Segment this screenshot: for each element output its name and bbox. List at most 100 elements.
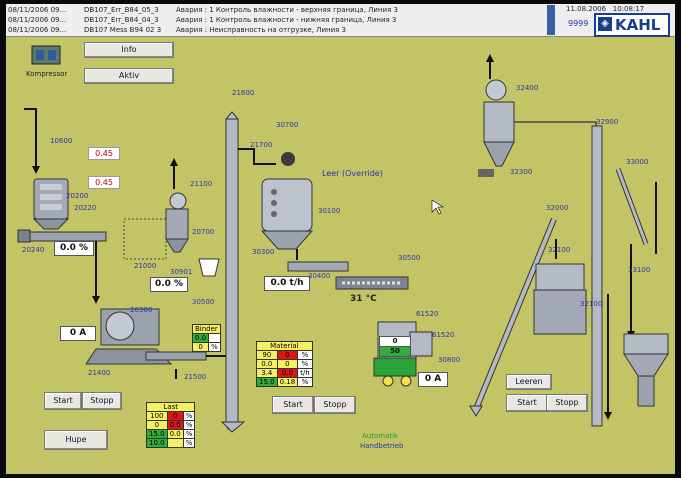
table-cell[interactable]: 15.0: [256, 377, 278, 387]
bucket-elevator-32900: [591, 125, 603, 427]
last-table: Last 100 0% 0 0.0% 15.0 0.0% 10.0%: [145, 402, 196, 448]
table-cell: %: [208, 342, 221, 352]
table-cell: 0.0: [166, 420, 184, 430]
tag-20220: 20220: [74, 204, 97, 212]
tag-20300: 20300: [130, 306, 153, 314]
start-button-material[interactable]: Start: [272, 396, 314, 414]
tag-61520-a: 61520: [416, 310, 439, 318]
binder-table: Binder 0.0 0%: [191, 324, 221, 352]
tag-32300: 32300: [510, 168, 533, 176]
conditioner: [335, 276, 409, 290]
hupe-button[interactable]: Hupe: [44, 430, 108, 450]
stopp-button[interactable]: Stopp: [82, 392, 122, 410]
bucket-elevator-21600: [220, 111, 246, 433]
tag-20200: 20200: [66, 192, 89, 200]
setpoint-value-2[interactable]: 0.45: [88, 176, 120, 189]
tag-21100: 21100: [190, 180, 213, 188]
tag-20240: 20240: [22, 246, 45, 254]
binder-header: Binder: [192, 324, 221, 334]
table-cell: 0: [166, 411, 184, 421]
tag-20700: 20700: [192, 228, 215, 236]
amps-value-right: 0 A: [418, 372, 448, 387]
tag-61520-b: 61520: [432, 331, 455, 339]
table-cell[interactable]: 10.0: [146, 438, 168, 448]
tag-32400: 32400: [516, 84, 539, 92]
scada-screen: 08/11/2006 09... DB107_Err_B84_05_3 Авария…: [6, 4, 675, 474]
bagging-unit: [623, 333, 669, 407]
table-cell[interactable]: 100: [146, 411, 168, 421]
stopp-button-cooler[interactable]: Stopp: [546, 394, 588, 412]
tag-30500-left: 30500: [192, 298, 215, 306]
start-button-cooler[interactable]: Start: [506, 394, 548, 412]
tag-33100: 33100: [628, 266, 651, 274]
last-header: Last: [145, 402, 196, 412]
stopp-button-material[interactable]: Stopp: [314, 396, 356, 414]
flow-value: 0.0 t/h: [264, 276, 310, 291]
tag-32100-a: 32100: [548, 246, 571, 254]
material-table: Material 90 0% 0.0 0% 3.4 0.0 t/h 15.0 0.18%: [256, 341, 313, 387]
tag-33000: 33000: [626, 158, 649, 166]
tag-30500-right: 30500: [398, 254, 421, 262]
tag-30700: 30700: [276, 121, 299, 129]
table-cell[interactable]: 0: [191, 342, 210, 352]
table-cell: %: [182, 429, 196, 439]
tag-30901: 30901: [170, 268, 193, 276]
compressor-icon: [31, 45, 61, 65]
table-cell[interactable]: 0.0: [256, 359, 278, 369]
amps-value-left: 0 A: [60, 326, 96, 341]
setpoint-value-1[interactable]: 0.45: [88, 147, 120, 160]
table-cell: %: [297, 359, 313, 369]
table-cell: [166, 438, 184, 448]
temperature-value: 31 °C: [350, 294, 377, 304]
tag-30100: 30100: [318, 207, 341, 215]
start-button[interactable]: Start: [44, 392, 82, 410]
table-cell: %: [182, 438, 196, 448]
leer-override-label: Leer (Override): [322, 169, 383, 178]
tag-32900: 32900: [596, 118, 619, 126]
aktiv-button[interactable]: Aktiv: [84, 68, 174, 84]
material-header: Material: [256, 341, 313, 351]
tag-32100-b: 32100: [580, 300, 603, 308]
table-cell: 0.0: [276, 368, 299, 378]
feed-line: [24, 108, 37, 169]
mouse-cursor-icon: [431, 199, 445, 215]
table-cell[interactable]: 0.0: [191, 333, 210, 343]
percent-value-left: 0.0 %: [54, 241, 94, 256]
table-cell[interactable]: 15.0: [146, 429, 168, 439]
screw-20220: [27, 231, 107, 242]
table-cell: [208, 333, 221, 343]
table-cell[interactable]: 3.4: [256, 368, 278, 378]
table-cell: %: [297, 350, 313, 360]
tag-21700: 21700: [250, 141, 273, 149]
conditioner-value-2: 50: [379, 346, 411, 357]
table-cell[interactable]: 0: [146, 420, 168, 430]
table-cell: 0: [276, 359, 299, 369]
tag-10600: 10600: [50, 137, 73, 145]
table-cell: %: [297, 377, 313, 387]
table-cell: t/h: [297, 368, 313, 378]
automatik-label: Automatik: [362, 432, 399, 440]
silo-30100: [260, 152, 314, 250]
tag-30300: 30300: [252, 248, 275, 256]
tag-21000: 21000: [134, 262, 157, 270]
table-cell: %: [182, 420, 196, 430]
cyclone-21100: [165, 158, 189, 253]
tag-21600: 21600: [232, 89, 255, 97]
leeren-button[interactable]: Leeren: [506, 374, 552, 390]
tag-32000: 32000: [546, 204, 569, 212]
table-cell: %: [182, 411, 196, 421]
tag-21500: 21500: [184, 373, 207, 381]
table-cell: 0.0: [166, 429, 184, 439]
hopper-20200: [32, 178, 70, 230]
tag-30800: 30800: [438, 356, 461, 364]
info-button[interactable]: Info: [84, 42, 174, 58]
percent-value-mid: 0.0 %: [150, 277, 188, 292]
table-cell[interactable]: 90: [256, 350, 278, 360]
handbetrieb-label: Handbetrieb: [360, 442, 404, 450]
kompressor-label: Kompressor: [26, 70, 68, 78]
cyclone-32400: [478, 54, 515, 177]
tag-21400: 21400: [88, 369, 111, 377]
table-cell: 0: [276, 350, 299, 360]
tag-30400: 30400: [308, 272, 331, 280]
table-cell: 0.18: [276, 377, 299, 387]
